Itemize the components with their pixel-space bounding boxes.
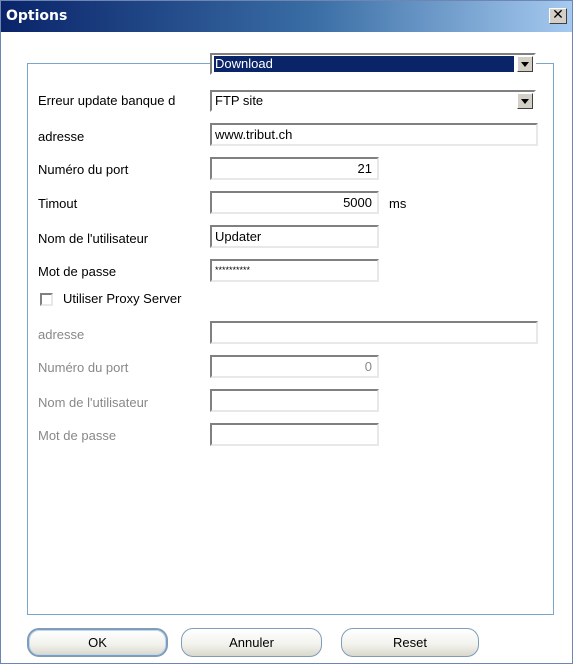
proxy-port-label: Numéro du port	[38, 360, 129, 375]
port-label: Numéro du port	[38, 162, 129, 177]
title-bar[interactable]: Options ✕	[1, 1, 572, 32]
proxy-password-label: Mot de passe	[38, 428, 117, 443]
timeout-unit: ms	[389, 196, 407, 211]
address-label: adresse	[38, 129, 85, 144]
section-select-value: Download	[214, 56, 514, 72]
address-input[interactable]: www.tribut.ch	[210, 123, 538, 146]
password-input[interactable]: **********	[210, 259, 379, 282]
close-button[interactable]: ✕	[549, 8, 567, 24]
ok-button[interactable]: OK	[27, 628, 168, 657]
timeout-label: Timout	[38, 196, 78, 211]
proxy-checkbox[interactable]	[40, 293, 53, 306]
proxy-address-label: adresse	[38, 327, 85, 342]
source-select-value: FTP site	[215, 93, 264, 108]
proxy-password-input[interactable]	[210, 423, 379, 446]
proxy-port-input[interactable]: 0	[210, 355, 379, 378]
options-dialog: Options ✕ Download Erreur update banque …	[0, 0, 573, 664]
reset-button[interactable]: Reset	[341, 628, 479, 657]
proxy-address-input[interactable]	[210, 321, 538, 344]
port-input[interactable]: 21	[210, 157, 379, 180]
user-input[interactable]: Updater	[210, 225, 379, 248]
cancel-button[interactable]: Annuler	[181, 628, 322, 657]
window-title: Options	[6, 8, 68, 24]
password-label: Mot de passe	[38, 264, 117, 279]
section-select[interactable]: Download	[210, 53, 536, 75]
source-select[interactable]: FTP site	[210, 90, 536, 112]
chevron-down-icon[interactable]	[517, 93, 533, 109]
chevron-down-icon[interactable]	[517, 56, 533, 72]
proxy-checkbox-label[interactable]: Utiliser Proxy Server	[63, 291, 181, 306]
timeout-input[interactable]: 5000	[210, 191, 379, 214]
error-update-label: Erreur update banque d	[38, 93, 176, 108]
proxy-user-label: Nom de l'utilisateur	[38, 395, 149, 410]
proxy-user-input[interactable]	[210, 389, 379, 412]
user-label: Nom de l'utilisateur	[38, 231, 149, 246]
